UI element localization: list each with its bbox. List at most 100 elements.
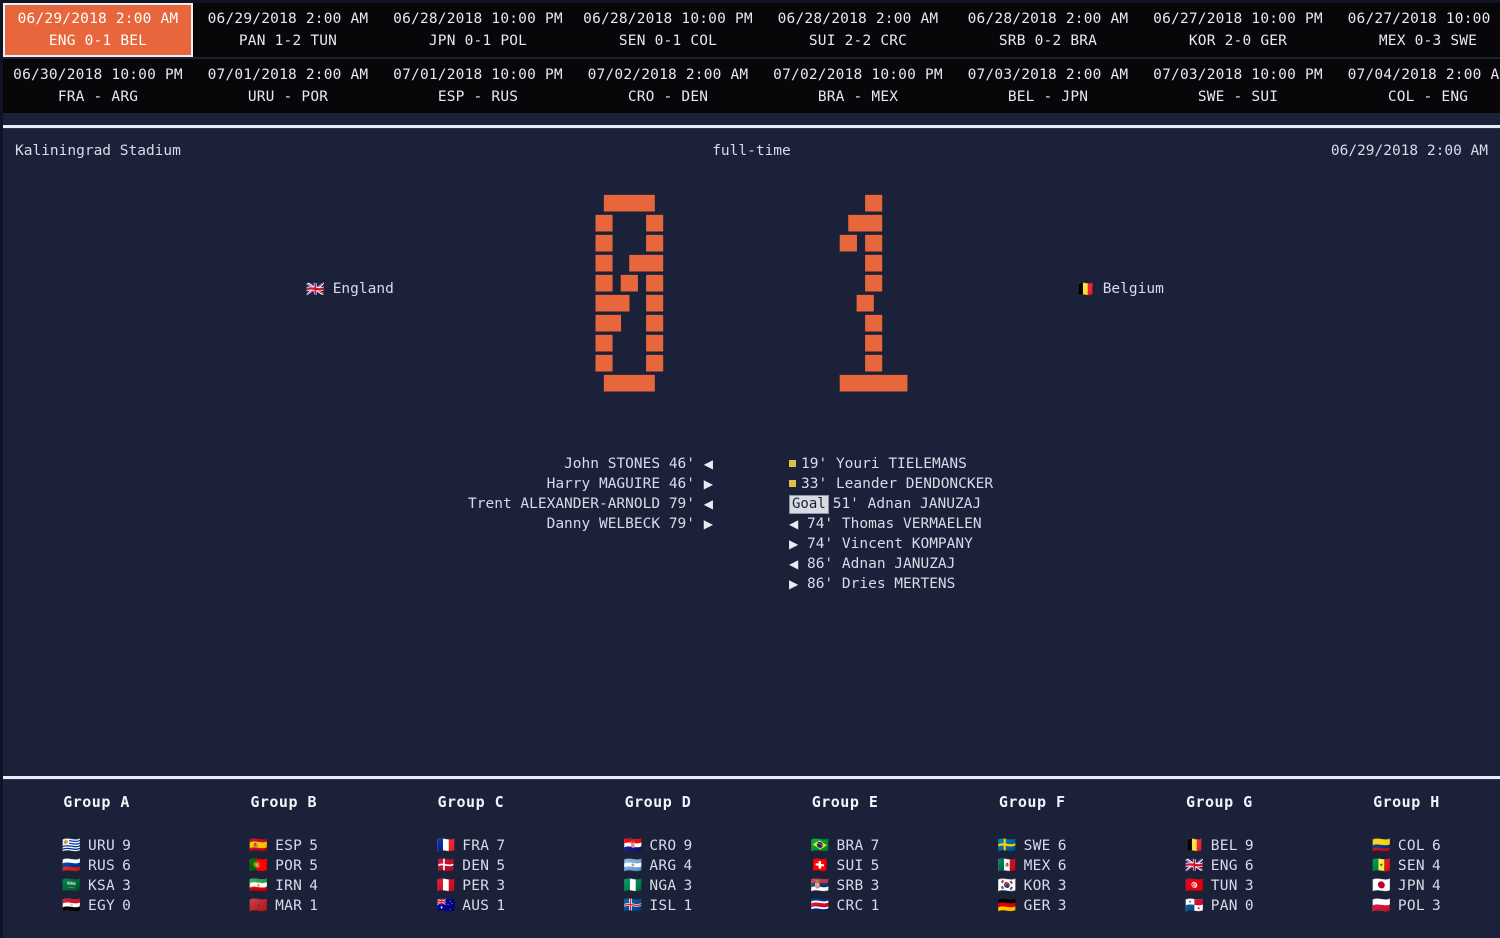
team-code: KSA: [87, 878, 116, 894]
team-points: 1: [683, 898, 693, 914]
team-points: 0: [1244, 898, 1254, 914]
fixture-tile[interactable]: 06/27/2018 10:00 P MEX 0-3 SWE: [1333, 3, 1500, 57]
fixture-tile[interactable]: 07/01/2018 10:00 PM ESP - RUS: [383, 59, 573, 113]
group-standing-row: 🇪🇬 EGY 0: [62, 896, 131, 916]
group-rows: 🇺🇾 URU 9 🇷🇺 RUS 6 🇸🇦 KSA 3 🇪🇬 EGY 0: [62, 836, 131, 916]
fixture-tile[interactable]: 07/01/2018 2:00 AM URU - POR: [193, 59, 383, 113]
team-flag-icon: 🇹🇳: [1185, 876, 1204, 894]
team-code: MEX: [1023, 858, 1051, 874]
team-flag-icon: 🇵🇦: [1185, 896, 1204, 914]
event-minute: 74': [806, 516, 834, 532]
group-standing-row: 🇳🇬 NGA 3: [624, 876, 693, 896]
fixture-tile[interactable]: 07/02/2018 2:00 AM CRO - DEN: [573, 59, 763, 113]
yellow-card-icon: [789, 479, 796, 487]
group-standing-row: 🇲🇽 MEX 6: [998, 856, 1067, 876]
group-standing-row: 🇨🇴 COL 6: [1372, 836, 1441, 856]
fixture-datetime: 06/30/2018 10:00 PM: [13, 67, 183, 83]
team-code: POL: [1397, 898, 1425, 914]
group-standing-row: 🇵🇪 PER 3: [437, 876, 506, 896]
group-rows: 🇧🇪 BEL 9 🇬🇧 ENG 6 🇹🇳 TUN 3 🇵🇦 PAN 0: [1185, 836, 1254, 916]
team-points: 4: [1431, 878, 1441, 894]
team-points: 3: [1431, 898, 1441, 914]
fixture-datetime: 07/01/2018 10:00 PM: [393, 67, 563, 83]
team-flag-icon: 🇺🇾: [62, 836, 81, 854]
fixture-datetime: 06/27/2018 10:00 PM: [1153, 11, 1323, 27]
fixture-datetime: 06/29/2018 2:00 AM: [207, 11, 369, 27]
event-minute: 79': [668, 516, 696, 532]
event-player: Leander DENDONCKER: [835, 476, 994, 492]
team-flag-icon: 🇨🇷: [810, 896, 830, 914]
event-minute: 33': [801, 476, 828, 492]
fixture-tile[interactable]: 06/28/2018 2:00 AM SUI 2-2 CRC: [763, 3, 953, 57]
fixture-tile[interactable]: 07/03/2018 10:00 PM SWE - SUI: [1143, 59, 1333, 113]
group-standing-row: 🇵🇦 PAN 0: [1185, 896, 1254, 916]
team-code: EGY: [87, 898, 116, 914]
team-flag-icon: 🇦🇷: [623, 856, 643, 874]
group-standing-row: 🇵🇹 POR 5: [249, 856, 318, 876]
group-column: Group E 🇧🇷 BRA 7 🇨🇭 SUI 5 🇷🇸 SRB 3 🇨🇷 CRC 1: [752, 793, 939, 916]
fixture-tile[interactable]: 06/28/2018 10:00 PM SEN 0-1 COL: [573, 3, 763, 57]
fixture-tile-selected[interactable]: 06/29/2018 2:00 AM ENG 0-1 BEL: [3, 3, 193, 57]
fixture-tile[interactable]: 07/03/2018 2:00 AM BEL - JPN: [953, 59, 1143, 113]
group-column: Group D 🇭🇷 CRO 9 🇦🇷 ARG 4 🇳🇬 NGA 3 🇮🇸 ISL 1: [564, 793, 751, 916]
team-flag-icon: 🇦🇺: [436, 896, 456, 914]
team-points: 5: [496, 858, 506, 874]
group-standing-row: 🇮🇸 ISL 1: [624, 896, 693, 916]
team-code: BEL: [1210, 838, 1238, 854]
event-player: Harry MAGUIRE: [546, 476, 661, 492]
event-player: Youri TIELEMANS: [835, 456, 967, 472]
fixture-datetime: 06/28/2018 10:00 PM: [583, 11, 753, 27]
fixture-tile[interactable]: 06/30/2018 10:00 PM FRA - ARG: [3, 59, 193, 113]
fixture-tile[interactable]: 07/04/2018 2:00 AM COL - ENG: [1333, 59, 1500, 113]
sub-out-icon: ◀: [789, 517, 799, 531]
team-points: 4: [683, 858, 693, 874]
event-player: Dries MERTENS: [841, 576, 956, 592]
team-code: ARG: [649, 858, 677, 874]
group-standing-row: 🇩🇰 DEN 5: [437, 856, 506, 876]
event-player: Vincent KOMPANY: [841, 536, 973, 552]
fixture-teams-score: FRA - ARG: [57, 89, 139, 105]
fixture-tile[interactable]: 06/27/2018 10:00 PM KOR 2-0 GER: [1143, 3, 1333, 57]
team-flag-icon: 🇳🇬: [623, 876, 643, 894]
group-standing-row: 🇦🇷 ARG 4: [624, 856, 693, 876]
team-code: FRA: [462, 838, 490, 854]
yellow-card-icon: [789, 459, 796, 467]
team-flag-icon: 🇫🇷: [436, 836, 456, 854]
team-flag-icon: 🇨🇴: [1372, 836, 1391, 854]
team-points: 5: [870, 858, 880, 874]
fixture-teams-score: URU - POR: [247, 89, 329, 105]
fixture-datetime: 07/03/2018 2:00 AM: [967, 67, 1129, 83]
team-points: 6: [122, 858, 131, 874]
group-rows: 🇧🇷 BRA 7 🇨🇭 SUI 5 🇷🇸 SRB 3 🇨🇷 CRC 1: [811, 836, 880, 916]
sub-out-icon: ◀: [703, 497, 713, 511]
event-row: 33' Leander DENDONCKER: [789, 474, 1389, 494]
group-standing-row: 🇮🇷 IRN 4: [249, 876, 318, 896]
group-standing-row: 🇯🇵 JPN 4: [1372, 876, 1441, 896]
fixture-tile[interactable]: 07/02/2018 10:00 PM BRA - MEX: [763, 59, 953, 113]
team-code: SUI: [836, 858, 864, 874]
team-flag-icon: 🇲🇦: [249, 896, 269, 914]
group-standing-row: 🇵🇱 POL 3: [1372, 896, 1441, 916]
fixture-teams-score: SUI 2-2 CRC: [808, 33, 908, 49]
team-flag-icon: 🇸🇦: [62, 876, 81, 894]
sub-in-icon: ▶: [789, 577, 799, 591]
team-code: CRO: [649, 838, 677, 854]
team-points: 3: [496, 878, 506, 894]
fixture-datetime: 07/03/2018 10:00 PM: [1153, 67, 1323, 83]
group-rows: 🇸🇪 SWE 6 🇲🇽 MEX 6 🇰🇷 KOR 3 🇩🇪 GER 3: [998, 836, 1067, 916]
fixture-strip: 06/29/2018 2:00 AM ENG 0-1 BEL 06/29/2018 …: [3, 3, 1500, 113]
team-code: ENG: [1210, 858, 1238, 874]
group-standing-row: 🇬🇧 ENG 6: [1185, 856, 1254, 876]
fixture-tile[interactable]: 06/29/2018 2:00 AM PAN 1-2 TUN: [193, 3, 383, 57]
event-minute: 51': [832, 496, 859, 512]
team-points: 6: [1244, 858, 1254, 874]
fixture-row-results: 06/29/2018 2:00 AM ENG 0-1 BEL 06/29/2018 …: [3, 3, 1500, 59]
match-events: John STONES 46' ◀ Harry MAGUIRE 46' ▶ Tren…: [3, 424, 1500, 634]
fixture-tile[interactable]: 06/28/2018 2:00 AM SRB 0-2 BRA: [953, 3, 1143, 57]
fixture-teams-score: MEX 0-3 SWE: [1378, 33, 1478, 49]
team-points: 4: [1431, 858, 1441, 874]
team-points: 9: [1244, 838, 1254, 854]
fixture-tile[interactable]: 06/28/2018 10:00 PM JPN 0-1 POL: [383, 3, 573, 57]
fixture-datetime: 07/02/2018 10:00 PM: [773, 67, 943, 83]
team-code: DEN: [462, 858, 490, 874]
